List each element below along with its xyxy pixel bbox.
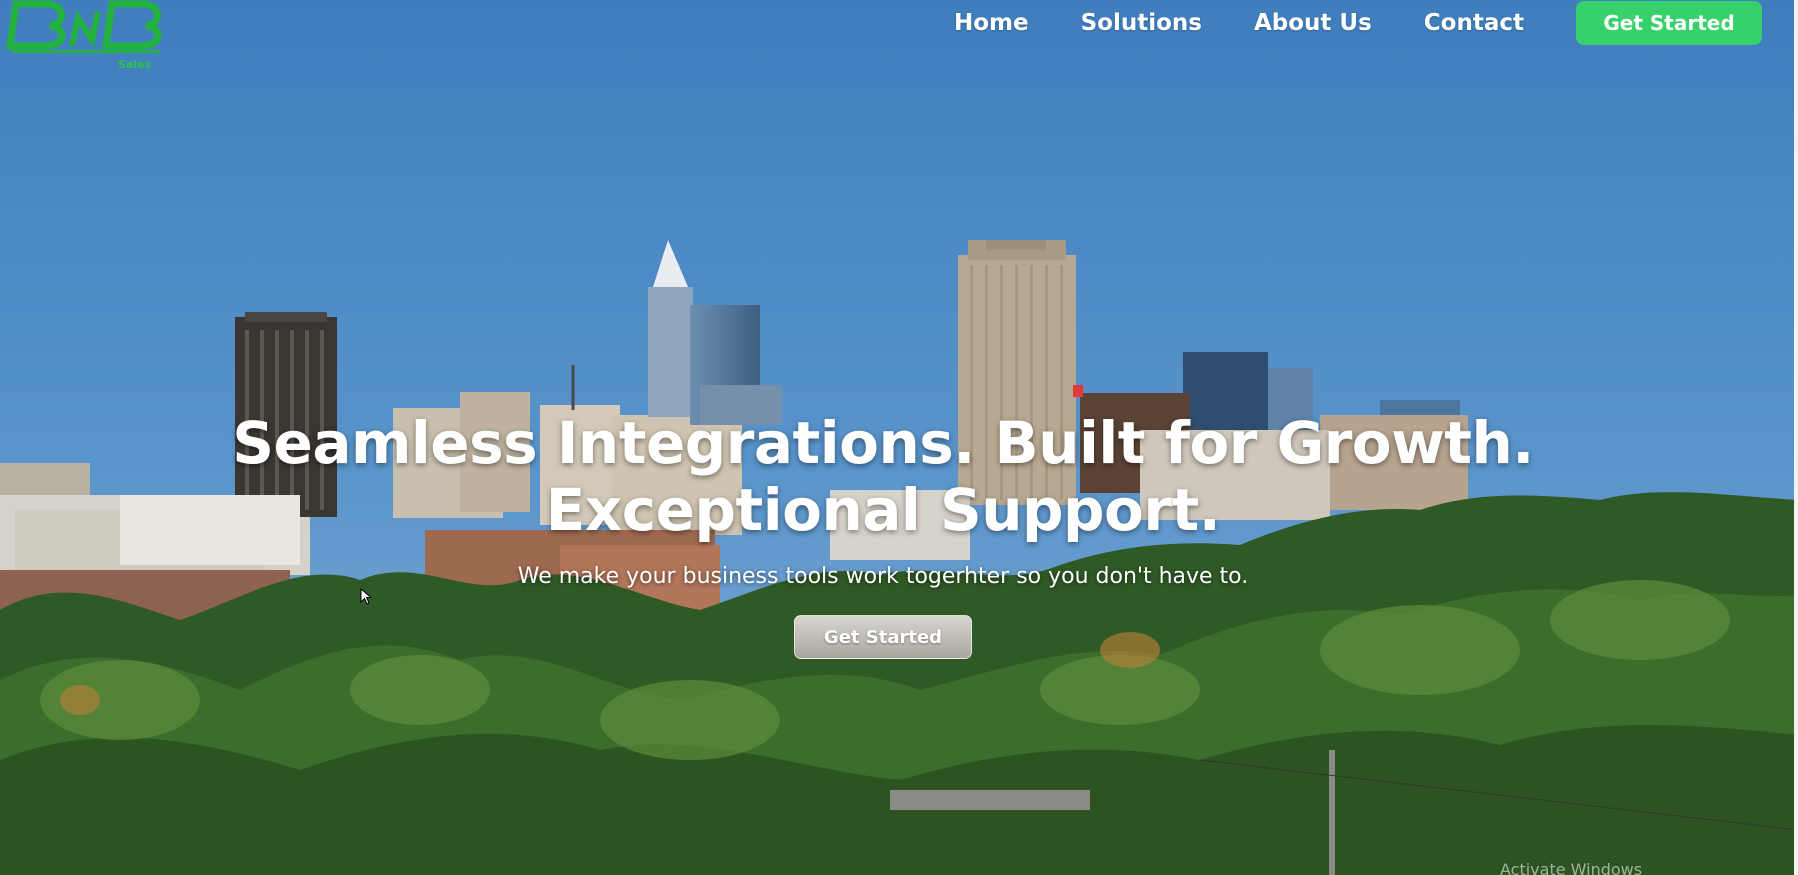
hero-headline: Seamless Integrations. Built for Growth.…: [0, 410, 1766, 544]
hero-headline-line-1: Seamless Integrations. Built for Growth.: [232, 409, 1534, 477]
activate-windows-watermark: Activate Windows: [1500, 860, 1643, 875]
page-edge-strip: [1794, 0, 1798, 875]
mouse-cursor-icon: [360, 588, 373, 605]
hero-subtitle: We make your business tools work togerht…: [517, 564, 1249, 589]
landing-page: Sales Home Solutions About Us Contact Ge…: [0, 0, 1798, 875]
hero-headline-line-2: Exceptional Support.: [545, 476, 1221, 544]
nav-link-home[interactable]: Home: [954, 10, 1029, 36]
nav-get-started-button[interactable]: Get Started: [1576, 1, 1762, 45]
nav-link-about-us[interactable]: About Us: [1254, 10, 1372, 36]
hero-get-started-button[interactable]: Get Started: [794, 615, 972, 659]
hero-content: Seamless Integrations. Built for Growth.…: [0, 410, 1766, 659]
top-navigation: Home Solutions About Us Contact Get Star…: [954, 0, 1762, 46]
nav-link-solutions[interactable]: Solutions: [1081, 10, 1202, 36]
nav-link-contact[interactable]: Contact: [1424, 10, 1524, 36]
logo-tagline: Sales: [118, 58, 152, 71]
